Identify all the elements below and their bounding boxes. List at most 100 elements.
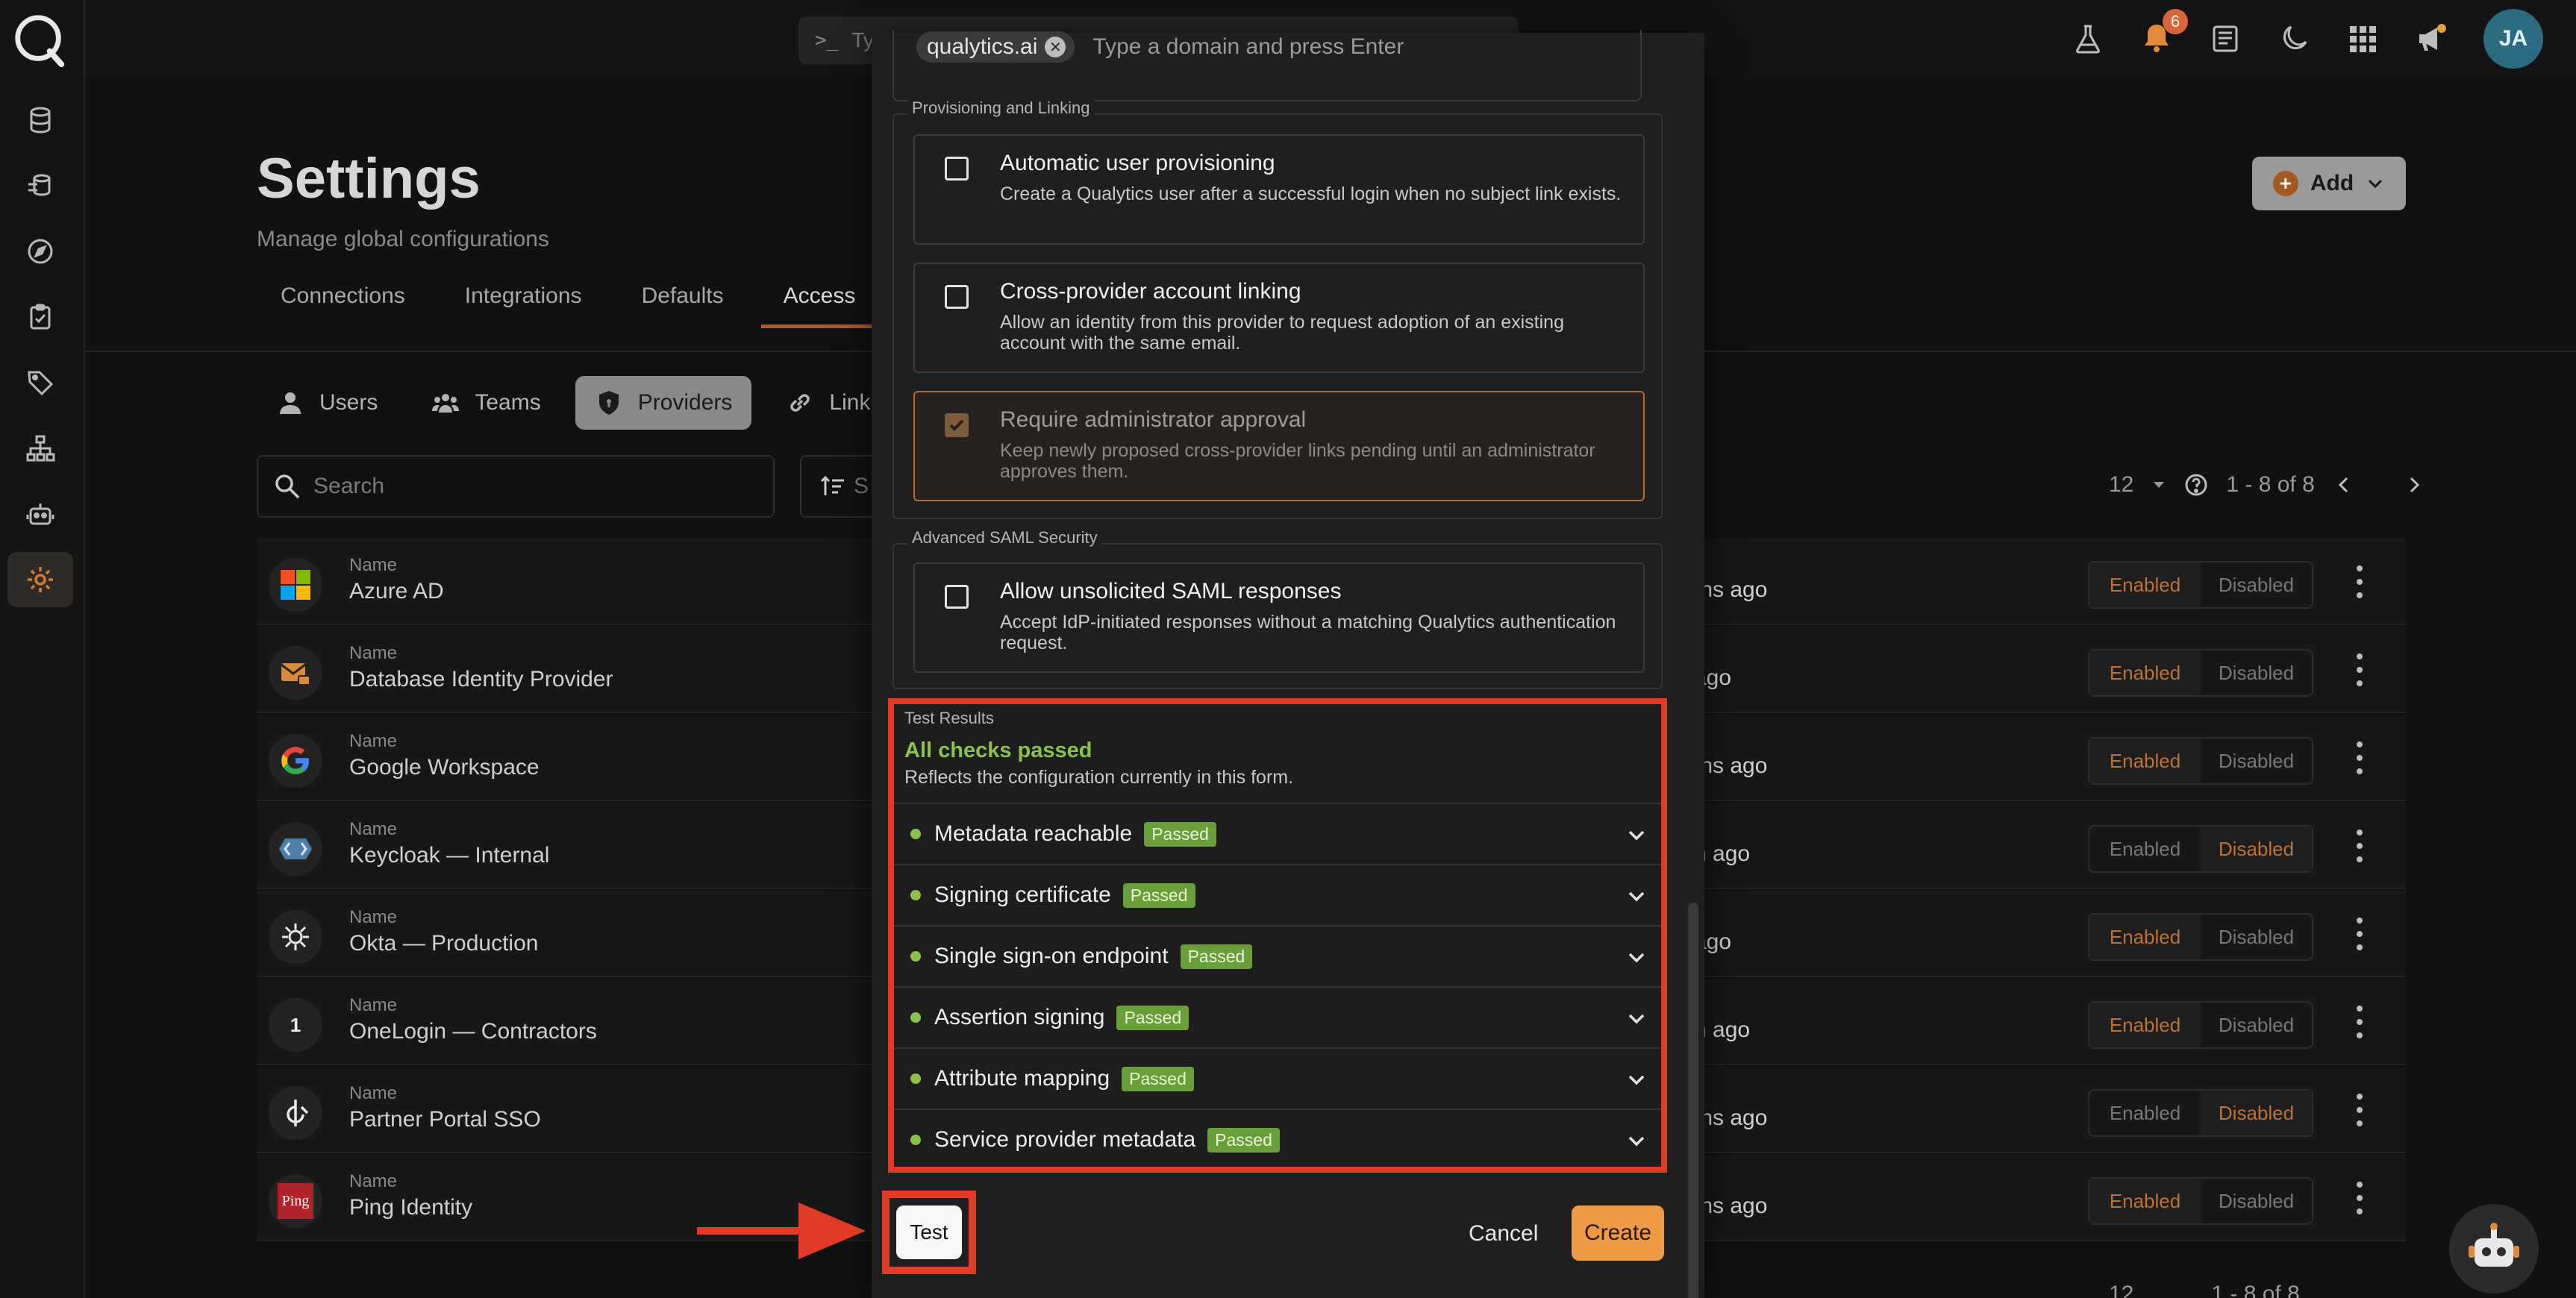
chevron-left-icon[interactable] — [2333, 474, 2355, 496]
updated-label: d — [1694, 728, 1767, 753]
datastores-icon[interactable] — [7, 93, 73, 148]
search-placeholder: Search — [313, 474, 385, 498]
tags-icon[interactable] — [7, 355, 73, 410]
add-button[interactable]: + Add — [2252, 157, 2406, 210]
explore-compass-icon[interactable] — [7, 224, 73, 279]
option-unsolicited-saml[interactable]: Allow unsolicited SAML responses Accept … — [913, 562, 1645, 673]
more-options-icon[interactable] — [2352, 830, 2367, 862]
modal-scrollbar[interactable] — [1688, 903, 1698, 1298]
caret-down-icon[interactable] — [2151, 477, 2166, 492]
more-options-icon[interactable] — [2352, 1182, 2367, 1214]
test-button[interactable]: Test — [896, 1205, 962, 1259]
admin-approval-checkbox[interactable] — [945, 413, 969, 437]
tab-integrations[interactable]: Integrations — [465, 283, 582, 309]
agents-robot-icon[interactable] — [7, 486, 73, 542]
remove-chip-icon[interactable]: ✕ — [1045, 37, 1066, 57]
disabled-option[interactable]: Disabled — [2201, 562, 2312, 607]
user-avatar[interactable]: JA — [2483, 9, 2543, 69]
more-options-icon[interactable] — [2352, 918, 2367, 950]
page-title: Settings — [257, 147, 481, 210]
enabled-option[interactable]: Enabled — [2089, 562, 2201, 607]
settings-gear-icon[interactable] — [7, 552, 73, 607]
enabled-option[interactable]: Enabled — [2089, 1003, 2201, 1047]
saml-security-group: Advanced SAML Security Allow unsolicited… — [892, 528, 1663, 689]
allowed-domains-input[interactable]: qualytics.ai ✕ Type a domain and press E… — [892, 30, 1642, 101]
check-row[interactable]: Service provider metadata Passed — [894, 1109, 1661, 1170]
check-row[interactable]: Single sign-on endpoint Passed — [894, 925, 1661, 986]
tab-access[interactable]: Access — [760, 283, 885, 328]
tab-connections[interactable]: Connections — [281, 283, 405, 309]
status-dot-icon — [910, 1012, 921, 1023]
status-toggle[interactable]: Enabled Disabled — [2088, 1089, 2313, 1137]
more-options-icon[interactable] — [2352, 565, 2367, 598]
chevron-down-icon[interactable] — [1625, 824, 1648, 846]
disabled-option[interactable]: Disabled — [2201, 1003, 2312, 1047]
option-admin-approval[interactable]: Require administrator approval Keep newl… — [913, 391, 1645, 501]
check-row[interactable]: Assertion signing Passed — [894, 986, 1661, 1047]
notifications[interactable]: 6 — [2140, 8, 2188, 57]
tab-defaults[interactable]: Defaults — [642, 283, 724, 309]
cancel-button[interactable]: Cancel — [1469, 1213, 1538, 1255]
subtab-users[interactable]: Users — [257, 376, 397, 430]
disabled-option[interactable]: Disabled — [2201, 650, 2312, 695]
more-options-icon[interactable] — [2352, 1006, 2367, 1038]
status-toggle[interactable]: Enabled Disabled — [2088, 1001, 2313, 1049]
provider-name: Okta — Production — [349, 931, 539, 956]
robot-icon — [2469, 1223, 2519, 1267]
disabled-option[interactable]: Disabled — [2201, 739, 2312, 783]
disabled-option[interactable]: Disabled — [2201, 827, 2312, 871]
more-options-icon[interactable] — [2352, 1094, 2367, 1126]
enabled-option[interactable]: Enabled — [2089, 827, 2201, 871]
page-size[interactable]: 12 — [2109, 472, 2133, 498]
check-row[interactable]: Metadata reachable Passed — [894, 803, 1661, 864]
partner-portal-icon — [287, 1100, 309, 1126]
chevron-down-icon[interactable] — [1625, 1007, 1648, 1029]
more-options-icon[interactable] — [2352, 742, 2367, 774]
document-icon[interactable] — [2209, 22, 2242, 55]
option-account-linking[interactable]: Cross-provider account linking Allow an … — [913, 263, 1645, 373]
option-auto-provisioning[interactable]: Automatic user provisioning Create a Qua… — [913, 134, 1645, 245]
more-options-icon[interactable] — [2352, 653, 2367, 686]
page-size-bottom[interactable]: 12 — [2109, 1282, 2133, 1298]
moon-icon[interactable] — [2278, 22, 2310, 55]
flows-icon[interactable] — [7, 158, 73, 213]
chevron-down-icon[interactable] — [1625, 1129, 1648, 1152]
hierarchy-icon[interactable] — [7, 421, 73, 476]
assistant-bot-button[interactable] — [2449, 1204, 2539, 1294]
flask-icon[interactable] — [2072, 22, 2104, 55]
unsolicited-saml-checkbox[interactable] — [945, 585, 969, 609]
enabled-option[interactable]: Enabled — [2089, 1179, 2201, 1223]
qualytics-logo[interactable] — [10, 10, 69, 69]
chevron-down-icon[interactable] — [1625, 885, 1648, 907]
megaphone-icon[interactable] — [2415, 22, 2448, 55]
disabled-option[interactable]: Disabled — [2201, 1179, 2312, 1223]
subtab-providers[interactable]: Providers — [575, 376, 752, 430]
disabled-option[interactable]: Disabled — [2201, 1091, 2312, 1135]
disabled-option[interactable]: Disabled — [2201, 915, 2312, 959]
search-input[interactable]: Search — [257, 455, 775, 518]
chevron-right-icon[interactable] — [2403, 474, 2425, 496]
check-row[interactable]: Attribute mapping Passed — [894, 1047, 1661, 1109]
account-linking-checkbox[interactable] — [945, 285, 969, 309]
chevron-down-icon[interactable] — [1625, 946, 1648, 968]
test-button-highlight: Test — [882, 1191, 976, 1274]
apps-grid-icon[interactable] — [2346, 22, 2379, 55]
create-button[interactable]: Create — [1572, 1205, 1664, 1261]
status-toggle[interactable]: Enabled Disabled — [2088, 1177, 2313, 1225]
status-toggle[interactable]: Enabled Disabled — [2088, 737, 2313, 785]
status-toggle[interactable]: Enabled Disabled — [2088, 913, 2313, 961]
checks-clipboard-icon[interactable] — [7, 289, 73, 345]
enabled-option[interactable]: Enabled — [2089, 915, 2201, 959]
enabled-option[interactable]: Enabled — [2089, 739, 2201, 783]
test-results-panel: Test Results All checks passed Reflects … — [888, 698, 1667, 1173]
check-row[interactable]: Signing certificate Passed — [894, 864, 1661, 925]
enabled-option[interactable]: Enabled — [2089, 650, 2201, 695]
status-toggle[interactable]: Enabled Disabled — [2088, 649, 2313, 697]
subtab-teams[interactable]: Teams — [412, 376, 560, 430]
enabled-option[interactable]: Enabled — [2089, 1091, 2201, 1135]
status-toggle[interactable]: Enabled Disabled — [2088, 561, 2313, 609]
status-toggle[interactable]: Enabled Disabled — [2088, 825, 2313, 873]
help-icon[interactable] — [2184, 473, 2208, 497]
chevron-down-icon[interactable] — [1625, 1068, 1648, 1091]
auto-provisioning-checkbox[interactable] — [945, 157, 969, 181]
